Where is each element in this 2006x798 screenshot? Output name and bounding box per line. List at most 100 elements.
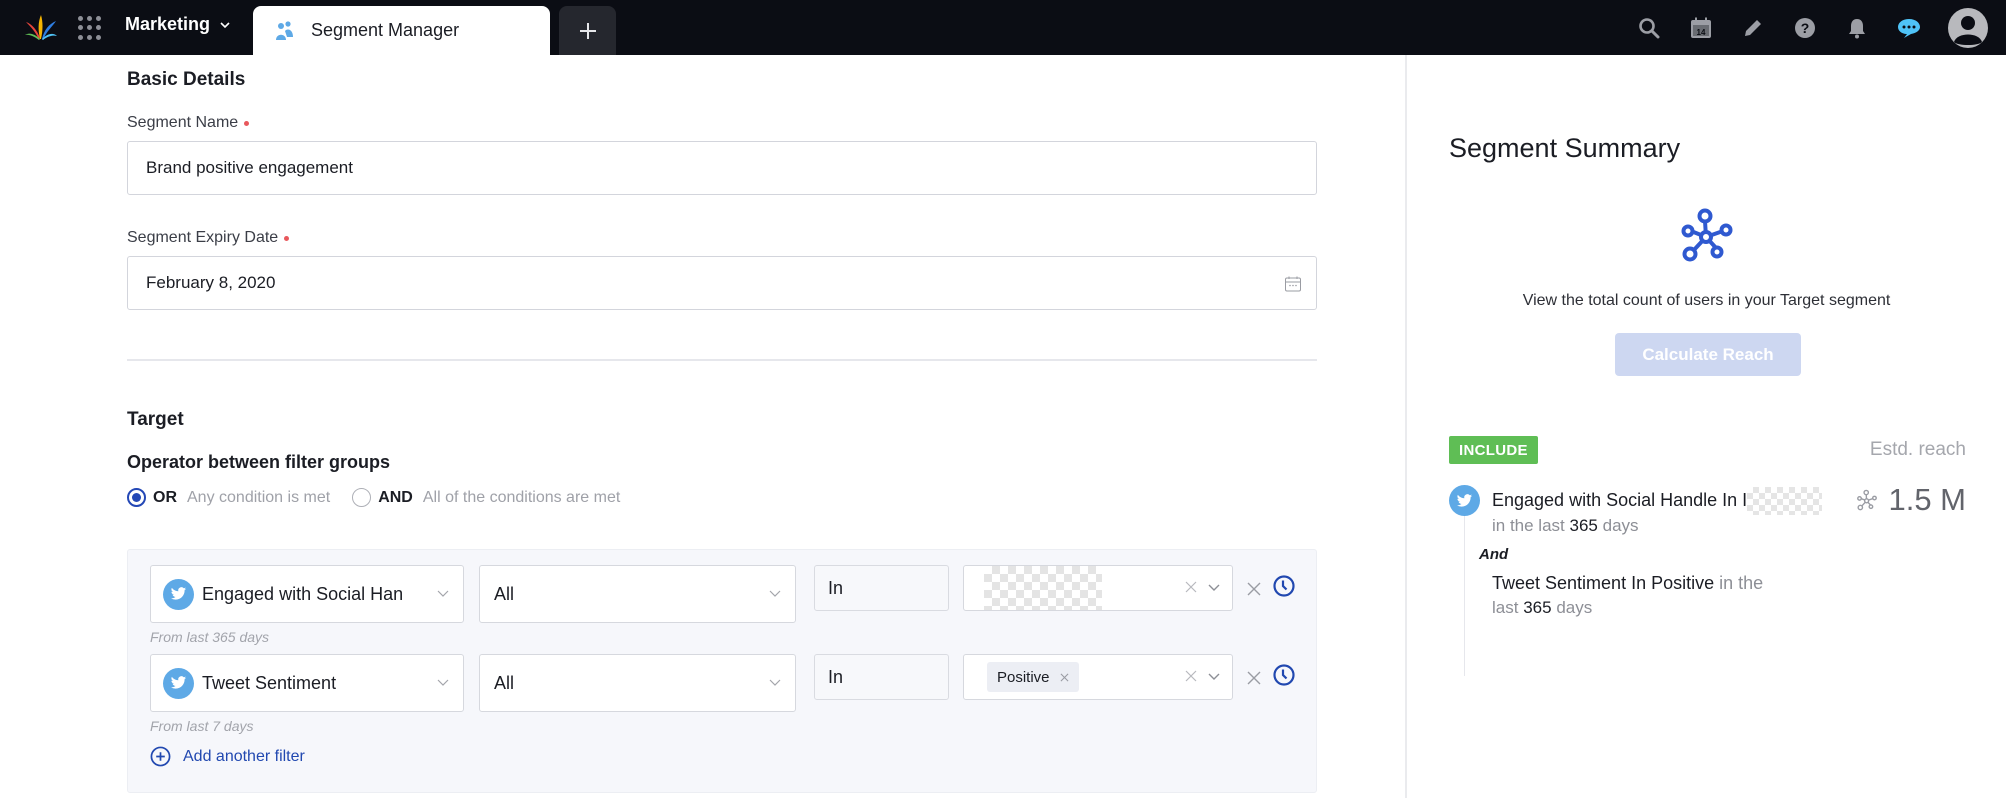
plus-icon	[579, 22, 596, 39]
scope-select[interactable]: All	[479, 654, 796, 712]
value-select[interactable]	[963, 565, 1233, 611]
attribute-select-value: Tweet Sentiment	[202, 672, 337, 693]
app-launcher-icon[interactable]	[78, 16, 102, 40]
clear-icon[interactable]	[1184, 580, 1198, 594]
scope-select-value: All	[494, 583, 515, 604]
operator-select-value: In	[828, 577, 844, 598]
condition-connector-line	[1464, 516, 1465, 676]
timeframe-days: 365	[1523, 598, 1552, 617]
radio-or-label[interactable]: OR	[153, 489, 177, 507]
expiry-date-input[interactable]: February 8, 2020	[127, 256, 1317, 310]
timeframe-suffix: days	[1556, 598, 1593, 617]
basic-details-title: Basic Details	[127, 69, 246, 90]
clock-icon[interactable]	[1272, 574, 1296, 598]
twitter-icon	[163, 667, 194, 699]
network-icon	[1857, 489, 1878, 511]
bell-icon	[1849, 18, 1865, 38]
chat-button[interactable]	[1896, 15, 1922, 41]
radio-and-label[interactable]: AND	[378, 489, 413, 507]
workspace-label: Marketing	[125, 14, 211, 34]
tab-segment-manager[interactable]: Segment Manager	[253, 6, 550, 55]
chevron-down-icon[interactable]	[1208, 584, 1220, 592]
calculate-reach-button[interactable]: Calculate Reach	[1615, 333, 1801, 376]
svg-text:14: 14	[1697, 28, 1706, 37]
twitter-icon	[1449, 485, 1480, 516]
timeframe-prefix: last	[1492, 598, 1519, 617]
value-chip: Positive	[987, 662, 1079, 692]
required-indicator	[284, 235, 290, 241]
filter-hint: From last 7 days	[150, 718, 254, 734]
expiry-date-label-text: Segment Expiry Date	[127, 229, 279, 246]
operator-title: Operator between filter groups	[127, 452, 391, 472]
notifications-button[interactable]	[1844, 15, 1870, 41]
add-circle-icon	[150, 746, 171, 767]
remove-filter-icon[interactable]	[1246, 581, 1262, 597]
clock-icon[interactable]	[1272, 663, 1296, 687]
condition-1-timeframe: in the last 365 days	[1492, 516, 1639, 536]
operator-radio-group: OR Any condition is met AND All of the c…	[127, 488, 642, 507]
segment-name-input[interactable]: Brand positive engagement	[127, 141, 1317, 195]
attribute-select[interactable]: Engaged with Social Han	[150, 565, 464, 623]
target-title: Target	[127, 409, 184, 430]
chevron-down-icon[interactable]	[1208, 673, 1220, 681]
radio-or[interactable]	[127, 488, 146, 507]
filter-group-panel: Engaged with Social Han All In From last…	[127, 549, 1317, 793]
timeframe-suffix: days	[1602, 516, 1639, 535]
condition-1-title: Engaged with Social Handle In I	[1492, 487, 1823, 516]
chevron-down-icon	[437, 679, 449, 686]
required-indicator	[244, 120, 250, 126]
estimated-reach-label: Estd. reach	[1869, 439, 1966, 460]
filter-hint: From last 365 days	[150, 629, 270, 645]
edit-button[interactable]	[1740, 15, 1766, 41]
app-logo[interactable]	[24, 12, 58, 42]
top-bar: Marketing Segment Manager 14 ?	[0, 0, 2006, 55]
chat-icon	[1898, 18, 1920, 38]
summary-title: Segment Summary	[1449, 133, 1681, 163]
chip-remove-icon[interactable]	[1060, 673, 1069, 682]
include-badge: INCLUDE	[1449, 436, 1538, 464]
user-icon	[1954, 15, 1982, 45]
segment-summary-panel: Segment Summary View the total count of …	[1407, 55, 2006, 798]
search-button[interactable]	[1636, 15, 1662, 41]
segment-name-label: Segment Name	[127, 114, 250, 132]
remove-filter-icon[interactable]	[1246, 670, 1262, 686]
timeframe-prefix: in the last	[1492, 516, 1565, 535]
calendar-icon[interactable]	[1284, 275, 1302, 293]
segment-form: Basic Details Segment Name Brand positiv…	[0, 55, 1405, 798]
add-filter-button[interactable]: Add another filter	[150, 746, 305, 767]
pencil-icon	[1745, 19, 1761, 36]
workspace-switcher[interactable]: Marketing	[125, 14, 230, 35]
section-divider	[127, 359, 1317, 361]
summary-description: View the total count of users in your Ta…	[1522, 292, 1891, 309]
svg-text:?: ?	[1801, 20, 1810, 36]
timeframe-days: 365	[1569, 516, 1598, 535]
value-select[interactable]: Positive	[963, 654, 1233, 700]
timeframe-prefix: in the	[1719, 573, 1764, 593]
operator-select[interactable]: In	[814, 565, 949, 611]
radio-and[interactable]	[352, 488, 372, 507]
attribute-select-value: Engaged with Social Han	[202, 583, 404, 604]
operator-select[interactable]: In	[814, 654, 949, 700]
radio-or-desc: Any condition is met	[187, 488, 331, 506]
search-icon	[1639, 17, 1660, 38]
clear-icon[interactable]	[1184, 669, 1198, 683]
radio-and-desc: All of the conditions are met	[422, 488, 621, 506]
network-icon	[1681, 208, 1733, 262]
scope-select[interactable]: All	[479, 565, 796, 623]
tab-label: Segment Manager	[311, 20, 460, 40]
condition-2-timeframe: last 365 days	[1492, 598, 1592, 618]
operator-select-value: In	[828, 666, 844, 687]
estimated-reach-value: 1.5 M	[1888, 482, 1966, 517]
help-button[interactable]: ?	[1792, 15, 1818, 41]
add-tab-button[interactable]	[559, 6, 616, 55]
attribute-select[interactable]: Tweet Sentiment	[150, 654, 464, 712]
calendar-button[interactable]: 14	[1688, 15, 1714, 41]
segment-name-value: Brand positive engagement	[146, 158, 353, 177]
expiry-date-value: February 8, 2020	[146, 273, 276, 292]
redacted-value	[1747, 487, 1823, 516]
chevron-down-icon	[220, 21, 230, 28]
add-filter-label: Add another filter	[183, 747, 305, 765]
calendar-icon: 14	[1691, 17, 1711, 38]
user-avatar[interactable]	[1948, 7, 1988, 48]
topbar-actions: 14 ?	[1610, 0, 2006, 55]
